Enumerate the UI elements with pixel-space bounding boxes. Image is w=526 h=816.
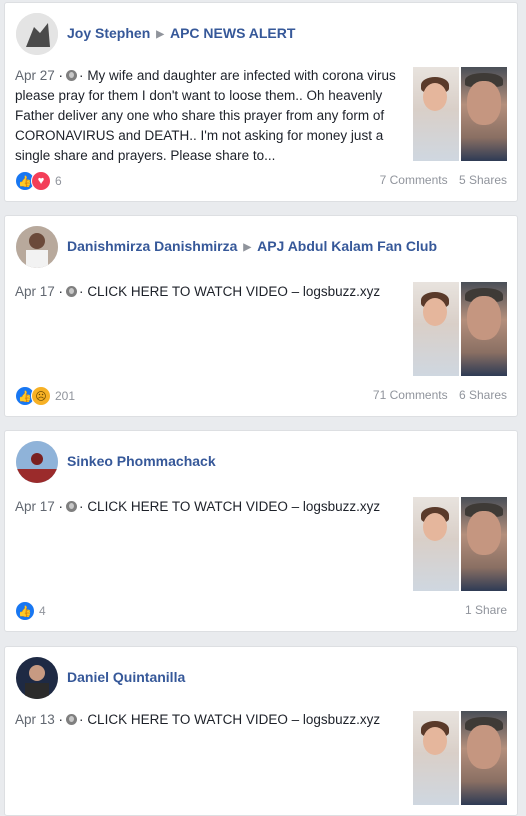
post-date[interactable]: Apr 13: [15, 712, 55, 727]
post-image[interactable]: [413, 282, 507, 376]
post-stats: 71 Comments 6 Shares: [365, 388, 507, 402]
love-icon: ♥: [31, 171, 51, 191]
author-name[interactable]: Joy Stephen: [67, 25, 150, 41]
separator: ·: [58, 284, 64, 299]
baby-photo: [413, 497, 459, 591]
avatar-image: [16, 13, 58, 55]
shares-count[interactable]: 6 Shares: [459, 388, 507, 402]
group-name[interactable]: APJ Abdul Kalam Fan Club: [257, 238, 437, 254]
avatar-image: [16, 657, 58, 699]
author-name[interactable]: Daniel Quintanilla: [67, 669, 185, 685]
avatar-image: [16, 441, 58, 483]
shares-count[interactable]: 1 Share: [465, 603, 507, 617]
author-name[interactable]: Danishmirza Danishmirza: [67, 238, 237, 254]
author-name[interactable]: Sinkeo Phommachack: [67, 453, 216, 469]
comments-count[interactable]: 7 Comments: [380, 173, 448, 187]
reactions[interactable]: 👍 4: [15, 601, 46, 621]
globe-icon: [66, 714, 78, 725]
separator: ·: [79, 284, 84, 299]
post-image[interactable]: [413, 497, 507, 591]
post-card: Danishmirza Danishmirza ▶ APJ Abdul Kalam …: [4, 215, 518, 417]
reactions[interactable]: 👍 ♥ 6: [15, 171, 62, 191]
post-date[interactable]: Apr 27: [15, 68, 55, 83]
post-link-text[interactable]: CLICK HERE TO WATCH VIDEO – logsbuzz.xyz: [87, 712, 380, 727]
reaction-count[interactable]: 6: [55, 174, 62, 188]
triangle-right-icon: ▶: [156, 29, 164, 40]
separator: ·: [58, 712, 64, 727]
post-card: Joy Stephen ▶ APC NEWS ALERT Apr 27 · · My …: [4, 2, 518, 202]
group-name[interactable]: APC NEWS ALERT: [170, 25, 295, 41]
man-photo: [461, 282, 507, 376]
like-icon: 👍: [15, 601, 35, 621]
avatar-image: [16, 226, 58, 268]
post-footer: 👍 4 1 Share: [15, 601, 507, 621]
post-body: Apr 13 · · CLICK HERE TO WATCH VIDEO – lo…: [15, 710, 407, 730]
avatar[interactable]: [16, 13, 58, 55]
shares-count[interactable]: 5 Shares: [459, 173, 507, 187]
globe-icon: [66, 501, 78, 512]
post-image[interactable]: [413, 711, 507, 805]
post-date[interactable]: Apr 17: [15, 499, 55, 514]
post-image[interactable]: [413, 67, 507, 161]
triangle-right-icon: ▶: [243, 242, 252, 253]
separator: ·: [58, 499, 64, 514]
post-header: Joy Stephen ▶ APC NEWS ALERT: [67, 25, 295, 41]
avatar[interactable]: [16, 226, 58, 268]
reactions[interactable]: 👍 ☹ 201: [15, 386, 75, 406]
post-header: Danishmirza Danishmirza ▶ APJ Abdul Kalam …: [67, 238, 437, 254]
separator: ·: [58, 68, 64, 83]
reaction-count[interactable]: 201: [55, 389, 75, 403]
post-card: Sinkeo Phommachack Apr 17 · · CLICK HERE …: [4, 430, 518, 632]
post-footer: 👍 ♥ 6 7 Comments 5 Shares: [15, 171, 507, 191]
man-photo: [461, 497, 507, 591]
avatar[interactable]: [16, 657, 58, 699]
comments-count[interactable]: 71 Comments: [373, 388, 448, 402]
sad-icon: ☹: [31, 386, 51, 406]
separator: ·: [79, 68, 84, 83]
globe-icon: [66, 286, 78, 297]
man-photo: [461, 67, 507, 161]
post-link-text[interactable]: CLICK HERE TO WATCH VIDEO – logsbuzz.xyz: [87, 499, 380, 514]
post-stats: 7 Comments 5 Shares: [372, 173, 507, 187]
post-link-text[interactable]: CLICK HERE TO WATCH VIDEO – logsbuzz.xyz: [87, 284, 380, 299]
post-header: Daniel Quintanilla: [67, 669, 185, 685]
baby-photo: [413, 67, 459, 161]
globe-icon: [66, 70, 78, 81]
post-text: My wife and daughter are infected with c…: [15, 68, 396, 163]
post-body: Apr 17 · · CLICK HERE TO WATCH VIDEO – lo…: [15, 282, 407, 302]
post-body: Apr 17 · · CLICK HERE TO WATCH VIDEO – lo…: [15, 497, 407, 517]
man-photo: [461, 711, 507, 805]
post-stats: 1 Share: [457, 603, 507, 617]
baby-photo: [413, 711, 459, 805]
post-footer: 👍 ☹ 201 71 Comments 6 Shares: [15, 386, 507, 406]
separator: ·: [79, 499, 84, 514]
separator: ·: [79, 712, 84, 727]
post-date[interactable]: Apr 17: [15, 284, 55, 299]
post-body: Apr 27 · · My wife and daughter are infec…: [15, 66, 407, 166]
post-card: Daniel Quintanilla Apr 13 · · CLICK HERE …: [4, 646, 518, 816]
reaction-count[interactable]: 4: [39, 604, 46, 618]
avatar[interactable]: [16, 441, 58, 483]
baby-photo: [413, 282, 459, 376]
post-header: Sinkeo Phommachack: [67, 453, 216, 469]
